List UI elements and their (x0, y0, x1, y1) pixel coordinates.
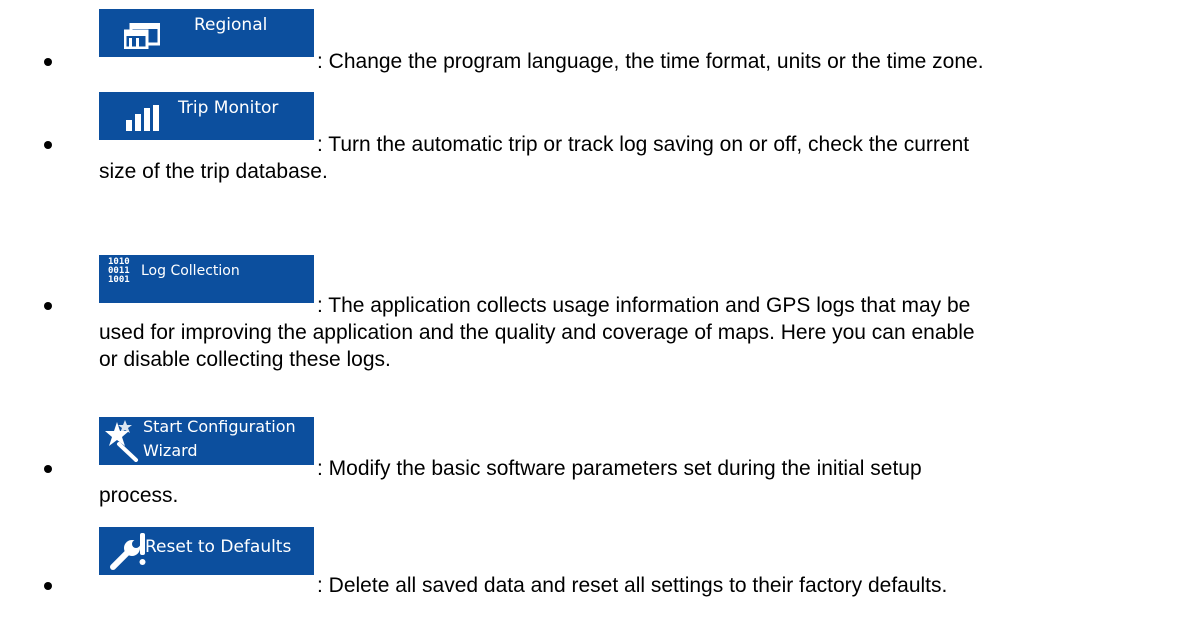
regional-button-label: Regional (194, 15, 268, 35)
bullet (44, 302, 52, 310)
log-collection-button-label: Log Collection (141, 263, 240, 279)
log-collection-button[interactable]: 1010 0011 1001 Log Collection (99, 255, 314, 303)
reset-to-defaults-button[interactable]: Reset to Defaults (99, 527, 314, 575)
wrench-exclamation-icon (107, 531, 147, 576)
trip-monitor-description: : Turn the automatic trip or track log s… (317, 133, 970, 156)
start-configuration-wizard-button-label-line1: Start Configuration (143, 417, 296, 436)
regional-window-icon (123, 22, 161, 54)
start-configuration-wizard-button[interactable]: Start Configuration Wizard (99, 417, 314, 465)
start-configuration-wizard-description: : Modify the basic software parameters s… (317, 457, 922, 480)
log-collection-description-cont-1: used for improving the application and t… (99, 321, 975, 344)
reset-to-defaults-description: : Delete all saved data and reset all se… (317, 574, 948, 597)
start-configuration-wizard-button-label-line2: Wizard (143, 441, 198, 460)
bullet (44, 582, 52, 590)
bullet (44, 58, 52, 66)
reset-to-defaults-button-label: Reset to Defaults (145, 537, 292, 557)
trip-monitor-button[interactable]: Trip Monitor (99, 92, 314, 140)
regional-button[interactable]: Regional (99, 9, 314, 57)
log-collection-description: : The application collects usage informa… (317, 294, 971, 317)
binary-digits-icon: 1010 0011 1001 (108, 257, 130, 285)
bar-chart-icon (124, 105, 160, 136)
trip-monitor-description-cont: size of the trip database. (99, 160, 328, 183)
start-configuration-wizard-description-cont: process. (99, 484, 179, 507)
trip-monitor-button-label: Trip Monitor (178, 98, 279, 118)
regional-description: : Change the program language, the time … (317, 50, 984, 73)
bullet (44, 141, 52, 149)
log-collection-description-cont-2: or disable collecting these logs. (99, 348, 391, 371)
bullet (44, 465, 52, 473)
magic-wand-icon (103, 420, 141, 467)
